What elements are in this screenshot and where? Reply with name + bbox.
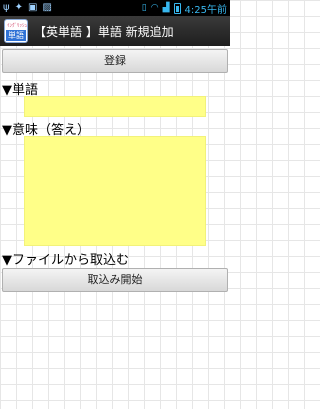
page-title: 【英単語 】単語 新規追加 — [34, 24, 174, 39]
wifi-icon: ◠ — [150, 3, 159, 13]
word-input[interactable] — [24, 96, 206, 117]
usb-icon: ψ — [3, 2, 10, 13]
android-icon: ✦ — [14, 2, 23, 13]
notification-icons: ψ ✦ ▣ ▨ — [3, 0, 52, 16]
image-icon: ▨ — [42, 2, 52, 13]
app-icon: ｲﾝｸﾞﾘｯｼｭ 単語 — [4, 19, 28, 43]
signal-icon: ▟ — [162, 3, 170, 13]
battery-icon — [173, 2, 181, 14]
status-bar: ψ ✦ ▣ ▨ ▯ ◠ ▟ 4:25午前 — [0, 0, 230, 16]
import-label: ▼ファイルから取込む — [2, 253, 129, 268]
app-icon-label: 単語 — [6, 30, 26, 41]
clock: 4:25午前 — [184, 4, 227, 16]
vibrate-icon: ▯ — [141, 3, 147, 13]
title-bar: ｲﾝｸﾞﾘｯｼｭ 単語 【英単語 】単語 新規追加 — [0, 16, 230, 46]
app-icon-caption: ｲﾝｸﾞﾘｯｼｭ — [7, 23, 28, 29]
meaning-input[interactable] — [24, 136, 206, 246]
system-icons: ▯ ◠ ▟ 4:25午前 — [142, 1, 227, 16]
lock-icon: ▣ — [28, 2, 38, 13]
import-start-button[interactable]: 取込み開始 — [2, 268, 228, 292]
register-button[interactable]: 登録 — [2, 49, 228, 73]
